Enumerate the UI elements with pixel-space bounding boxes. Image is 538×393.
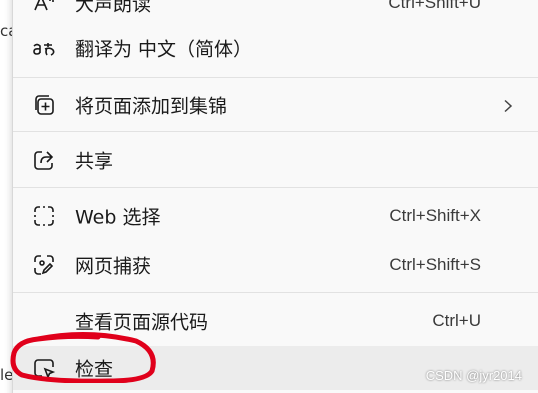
- translate-icon: [31, 35, 57, 61]
- share-icon: [31, 147, 57, 173]
- web-select-icon: [31, 203, 57, 229]
- watermark: CSDN @jyr2014: [425, 368, 522, 383]
- menu-item-shortcut: Ctrl+Shift+S: [389, 255, 481, 274]
- menu-item-label: 查看页面源代码: [75, 311, 209, 334]
- menu-item-add-to-collections[interactable]: 将页面添加到集锦: [13, 83, 538, 127]
- menu-item-label: Web 选择: [75, 206, 161, 229]
- menu-item-label: 检查: [75, 358, 114, 381]
- menu-item-shortcut: Ctrl+U: [432, 311, 481, 330]
- menu-item-share[interactable]: 共享: [13, 138, 538, 182]
- context-menu: 大声朗读 Ctrl+Shift+U 翻译为 中文（简体） 将页面添加到集锦 共享…: [12, 0, 538, 393]
- menu-item-view-source[interactable]: 查看页面源代码 Ctrl+U: [13, 299, 538, 343]
- menu-item-web-select[interactable]: Web 选择 Ctrl+Shift+X: [13, 194, 538, 238]
- menu-item-translate[interactable]: 翻译为 中文（简体）: [13, 26, 538, 70]
- inspect-icon: [31, 355, 57, 381]
- menu-item-web-capture[interactable]: 网页捕获 Ctrl+Shift+S: [13, 243, 538, 287]
- menu-item-label: 共享: [75, 150, 114, 173]
- read-aloud-icon: [31, 0, 57, 16]
- web-capture-icon: [31, 252, 57, 278]
- menu-separator: [13, 187, 538, 188]
- menu-item-label: 网页捕获: [75, 255, 152, 278]
- background-page: ca le: [0, 0, 17, 393]
- collections-add-icon: [31, 92, 57, 118]
- chevron-right-icon: [501, 98, 515, 113]
- menu-item-label: 翻译为 中文（简体）: [75, 38, 253, 61]
- menu-separator: [13, 77, 538, 78]
- menu-item-read-aloud[interactable]: 大声朗读 Ctrl+Shift+U: [13, 0, 538, 25]
- menu-item-label: 将页面添加到集锦: [75, 95, 228, 118]
- menu-item-shortcut: Ctrl+Shift+X: [389, 206, 481, 225]
- menu-separator: [13, 131, 538, 132]
- menu-separator: [13, 292, 538, 293]
- menu-item-label: 大声朗读: [75, 0, 152, 16]
- menu-item-shortcut: Ctrl+Shift+U: [388, 0, 481, 12]
